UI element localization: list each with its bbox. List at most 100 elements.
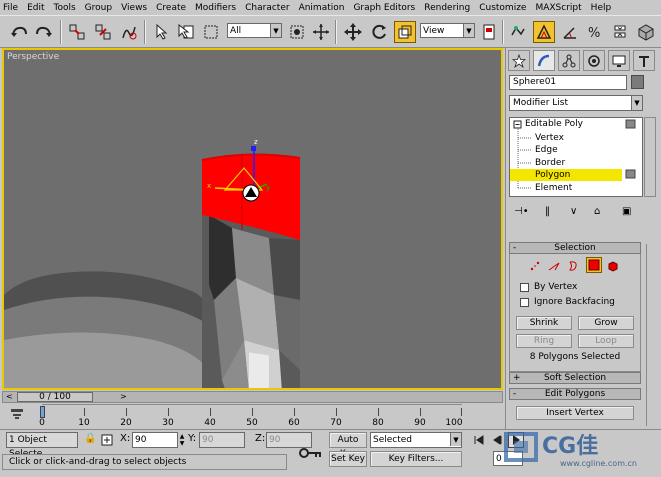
command-panel-scrollbar[interactable]: [646, 244, 658, 426]
select-and-move-icon[interactable]: [310, 21, 332, 43]
menu-help[interactable]: Help: [591, 3, 612, 13]
loop-button[interactable]: Loop: [578, 334, 634, 348]
gizmo-y-label: y: [266, 184, 270, 192]
menu-maxscript[interactable]: MAXScript: [535, 3, 581, 13]
grow-button[interactable]: Grow: [578, 316, 634, 330]
menu-graph-editors[interactable]: Graph Editors: [353, 3, 415, 13]
polygon-subobject-icon[interactable]: [586, 257, 602, 273]
stack-item-vertex[interactable]: Vertex: [510, 132, 642, 144]
perspective-viewport[interactable]: z x y Perspective: [2, 48, 503, 390]
snaps-toggle-icon[interactable]: [533, 21, 555, 43]
viewport-scene[interactable]: z x y: [4, 50, 503, 390]
element-subobject-icon[interactable]: [605, 258, 621, 274]
tick-label: 70: [330, 418, 342, 428]
menu-customize[interactable]: Customize: [479, 3, 526, 13]
time-slider[interactable]: < 0 / 100 >: [2, 391, 503, 403]
use-pivot-center-icon[interactable]: [478, 21, 500, 43]
show-end-result-icon[interactable]: ‖: [545, 206, 550, 217]
redo-icon[interactable]: [33, 21, 55, 43]
pin-stack-icon[interactable]: ⊣•: [514, 206, 529, 217]
selection-rollout-title: Selection: [554, 243, 596, 253]
key-mode-icon[interactable]: [298, 442, 324, 464]
chevron-down-icon: ▼: [270, 24, 281, 37]
ring-button[interactable]: Ring: [516, 334, 572, 348]
track-bar-icon[interactable]: [10, 408, 24, 420]
edge-subobject-icon[interactable]: [546, 258, 562, 274]
menu-character[interactable]: Character: [245, 3, 289, 13]
key-filters-button[interactable]: Key Filters...: [370, 451, 462, 467]
time-slider-thumb[interactable]: 0 / 100: [17, 392, 93, 402]
track-bar[interactable]: 0 10 20 30 40 50 60 70 80 90 100: [2, 404, 503, 428]
edit-polygons-rollout-header[interactable]: - Edit Polygons: [509, 388, 641, 400]
create-tab-icon[interactable]: [508, 50, 530, 71]
absolute-mode-icon[interactable]: [100, 433, 114, 447]
select-by-name-icon[interactable]: [175, 21, 197, 43]
motion-tab-icon[interactable]: [583, 50, 605, 71]
window-crossing-icon[interactable]: [286, 21, 308, 43]
y-coord-field[interactable]: 90: [199, 432, 245, 448]
stack-buttons: ⊣• ‖ ∨ ⌂ ▣: [506, 203, 661, 223]
key-filter-dropdown[interactable]: Selected ▼: [370, 432, 462, 448]
go-to-start-icon[interactable]: [472, 433, 486, 447]
stack-item-editable-poly[interactable]: Editable Poly: [510, 118, 642, 130]
spinner-snap-icon[interactable]: [609, 21, 631, 43]
undo-icon[interactable]: [8, 21, 30, 43]
shrink-button[interactable]: Shrink: [516, 316, 572, 330]
bind-to-space-warp-icon[interactable]: [118, 21, 140, 43]
selection-rollout-header[interactable]: - Selection: [509, 242, 641, 254]
soft-selection-rollout-header[interactable]: + Soft Selection: [509, 372, 641, 384]
border-subobject-icon[interactable]: [565, 258, 581, 274]
select-and-rotate-icon[interactable]: [368, 21, 390, 43]
hierarchy-tab-icon[interactable]: [558, 50, 580, 71]
unlink-selection-icon[interactable]: [92, 21, 114, 43]
menu-edit[interactable]: Edit: [27, 3, 44, 13]
viewport-label[interactable]: Perspective: [7, 52, 59, 62]
select-and-scale-icon[interactable]: [394, 21, 416, 43]
menu-bar: File Edit Tools Group Views Create Modif…: [0, 0, 661, 15]
vertex-subobject-icon[interactable]: [527, 258, 543, 274]
menu-group[interactable]: Group: [85, 3, 112, 13]
angle-snap-icon[interactable]: [559, 21, 581, 43]
make-unique-icon[interactable]: ∨: [570, 206, 577, 217]
by-vertex-checkbox[interactable]: By Vertex: [520, 282, 577, 292]
percent-snap-icon[interactable]: %: [584, 21, 606, 43]
remove-modifier-icon[interactable]: ⌂: [594, 206, 600, 217]
object-color-swatch[interactable]: [631, 75, 644, 89]
insert-vertex-button[interactable]: Insert Vertex: [516, 406, 634, 420]
next-frame-arrow-icon[interactable]: >: [120, 392, 127, 401]
x-coord-field[interactable]: 90: [132, 432, 178, 448]
stack-item-edge[interactable]: Edge: [510, 144, 642, 156]
modifier-stack: Editable Poly Vertex Edge Border Polygon…: [509, 117, 643, 197]
x-spinner-icon[interactable]: ▲ ▼: [178, 433, 186, 447]
prev-frame-arrow-icon[interactable]: <: [6, 392, 13, 401]
select-and-link-icon[interactable]: [66, 21, 88, 43]
modify-tab-icon[interactable]: [533, 50, 555, 71]
menu-file[interactable]: File: [3, 3, 18, 13]
modifier-list-dropdown[interactable]: Modifier List ▼: [509, 95, 643, 111]
menu-create[interactable]: Create: [156, 3, 186, 13]
menu-modifiers[interactable]: Modifiers: [195, 3, 236, 13]
select-and-manipulate-icon[interactable]: [507, 21, 529, 43]
stack-item-border[interactable]: Border: [510, 157, 642, 169]
stack-scrollbar[interactable]: [644, 117, 656, 197]
configure-modifier-sets-icon[interactable]: ▣: [622, 206, 631, 217]
select-object-icon[interactable]: [150, 21, 172, 43]
menu-views[interactable]: Views: [121, 3, 147, 13]
selection-filter-dropdown[interactable]: All ▼: [227, 23, 282, 38]
named-selection-sets-icon[interactable]: [635, 21, 657, 43]
menu-animation[interactable]: Animation: [299, 3, 345, 13]
menu-rendering[interactable]: Rendering: [424, 3, 470, 13]
rectangular-selection-icon[interactable]: [200, 21, 222, 43]
set-key-button[interactable]: Set Key: [329, 451, 367, 467]
ignore-backfacing-checkbox[interactable]: Ignore Backfacing: [520, 297, 615, 307]
menu-tools[interactable]: Tools: [54, 3, 76, 13]
lock-selection-icon[interactable]: 🔒: [84, 433, 96, 444]
stack-item-polygon[interactable]: Polygon: [510, 169, 622, 181]
utilities-tab-icon[interactable]: [633, 50, 655, 71]
auto-key-button[interactable]: Auto Key: [329, 432, 367, 459]
stack-item-element[interactable]: Element: [510, 182, 642, 194]
display-tab-icon[interactable]: [608, 50, 630, 71]
object-name-field[interactable]: Sphere01: [509, 75, 627, 90]
select-and-move-cross-icon[interactable]: [342, 21, 364, 43]
reference-coordinate-dropdown[interactable]: View ▼: [420, 23, 475, 38]
